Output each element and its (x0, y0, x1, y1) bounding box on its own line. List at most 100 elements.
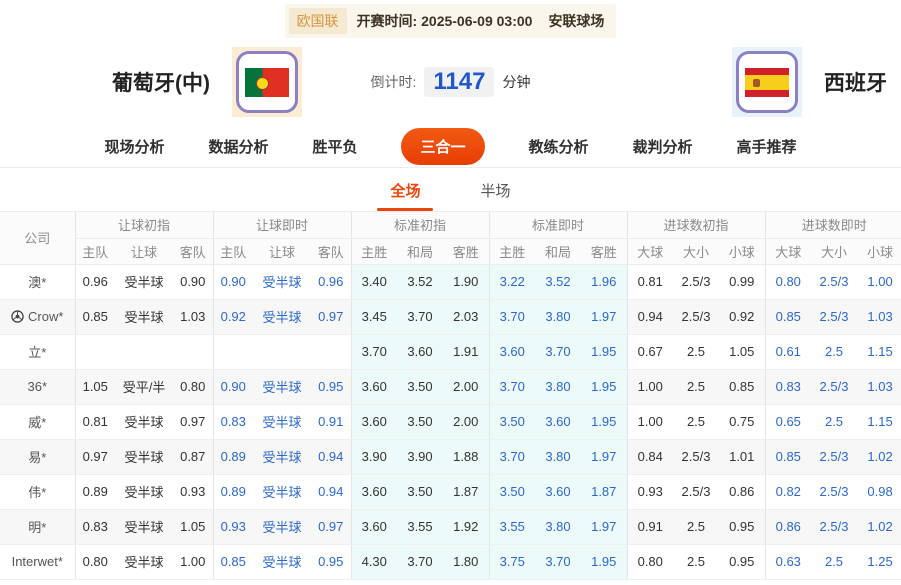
league-badge: 欧国联 (288, 8, 347, 34)
goals-live-cell: 2.5/3 (811, 439, 858, 475)
handicap-live-cell (212, 334, 253, 370)
standard-live-cell: 1.97 (581, 509, 627, 545)
goals-live-cell: 2.5/3 (811, 299, 858, 335)
standard-live-cell: 1.95 (581, 404, 627, 440)
match-header: 葡萄牙(中) 倒计时: 1147 分钟 西班牙 (0, 38, 901, 126)
subheader: 大小 (811, 238, 858, 265)
table-row: 威* 0.81 受半球 0.97 0.83 受半球 0.91 3.60 3.50 2.00 3.50… (0, 404, 901, 440)
subheader: 小球 (857, 238, 901, 265)
away-team-name: 西班牙 (824, 72, 887, 95)
standard-initial-cell: 3.60 (350, 509, 397, 545)
odds-table: 公司 让球初指 让球即时 标准初指 标准即时 进球数初指 进球数即时 主队 让球… (0, 212, 901, 580)
handicap-live-cell: 0.89 (212, 439, 253, 475)
subheader: 客队 (311, 238, 351, 265)
standard-live-cell: 3.55 (488, 509, 535, 545)
period-sub-tabs: 全场 半场 (0, 168, 901, 212)
handicap-live-cell: 0.97 (311, 299, 351, 335)
handicap-live-cell: 受半球 (253, 404, 311, 440)
soccer-ball-icon (11, 310, 24, 323)
handicap-initial-cell: 受半球 (115, 509, 173, 545)
standard-initial-cell: 2.00 (443, 369, 489, 405)
standard-initial-cell: 3.70 (397, 544, 443, 580)
goals-live-cell: 1.00 (857, 264, 901, 300)
goals-initial-cell: 0.94 (626, 299, 673, 335)
handicap-initial-cell: 受半球 (115, 474, 173, 510)
handicap-live-cell: 受半球 (253, 299, 311, 335)
handicap-initial-cell: 1.05 (173, 509, 213, 545)
handicap-initial-cell: 受半球 (115, 439, 173, 475)
header-handicap-initial: 让球初指 (74, 212, 213, 239)
handicap-live-cell: 0.92 (212, 299, 253, 335)
handicap-initial-cell: 0.89 (74, 474, 115, 510)
subheader: 主队 (212, 238, 253, 265)
handicap-live-cell: 0.90 (212, 264, 253, 300)
standard-initial-cell: 3.60 (350, 369, 397, 405)
company-cell: Interwet* (0, 544, 75, 580)
goals-live-cell: 0.83 (764, 369, 812, 405)
goals-initial-cell: 0.84 (626, 439, 673, 475)
subheader: 大球 (626, 238, 673, 265)
handicap-initial-cell: 0.96 (74, 264, 115, 300)
handicap-initial-cell: 0.80 (173, 369, 213, 405)
tab-win-draw-lose[interactable]: 胜平负 (312, 136, 357, 157)
handicap-live-cell: 受半球 (253, 509, 311, 545)
subheader: 大球 (764, 238, 812, 265)
company-name: 易* (28, 450, 47, 465)
subtab-half-time[interactable]: 半场 (481, 180, 511, 211)
handicap-initial-cell: 受半球 (115, 264, 173, 300)
company-cell: 伟* (0, 474, 75, 510)
standard-live-cell: 3.50 (488, 474, 535, 510)
handicap-live-cell: 0.85 (212, 544, 253, 580)
kickoff-time: 2025-06-09 03:00 (421, 13, 533, 29)
tab-data-analysis[interactable]: 数据分析 (208, 136, 268, 157)
goals-initial-cell: 0.95 (719, 544, 766, 580)
standard-live-cell: 3.70 (488, 369, 535, 405)
tab-coach-analysis[interactable]: 教练分析 (529, 136, 589, 157)
sub-header-row: 主队 让球 客队 主队 让球 客队 主胜 和局 客胜 主胜 和局 客胜 大球 大… (0, 238, 901, 265)
goals-initial-cell: 0.93 (626, 474, 673, 510)
company-name: 威* (28, 415, 47, 430)
standard-initial-cell: 2.00 (443, 404, 489, 440)
handicap-initial-cell: 0.85 (74, 299, 115, 335)
handicap-initial-cell: 0.81 (74, 404, 115, 440)
away-flag-frame (736, 51, 798, 113)
goals-live-cell: 1.15 (857, 334, 901, 370)
goals-live-cell: 0.98 (857, 474, 901, 510)
goals-initial-cell: 0.67 (626, 334, 673, 370)
tab-three-in-one[interactable]: 三合一 (401, 128, 485, 165)
handicap-initial-cell: 受半球 (115, 299, 173, 335)
subheader: 主胜 (488, 238, 535, 265)
standard-initial-cell: 3.45 (350, 299, 397, 335)
handicap-live-cell: 0.97 (311, 509, 351, 545)
goals-initial-cell: 1.00 (626, 369, 673, 405)
tab-referee-analysis[interactable]: 裁判分析 (633, 136, 693, 157)
handicap-initial-cell: 1.05 (74, 369, 115, 405)
spain-flag-icon (745, 67, 789, 97)
handicap-live-cell (311, 334, 351, 370)
standard-live-cell: 3.75 (488, 544, 535, 580)
goals-initial-cell: 1.05 (719, 334, 766, 370)
subtab-full-time[interactable]: 全场 (390, 180, 420, 211)
goals-live-cell: 1.03 (857, 369, 901, 405)
handicap-initial-cell: 0.97 (74, 439, 115, 475)
tab-live-analysis[interactable]: 现场分析 (104, 136, 164, 157)
goals-initial-cell: 0.85 (719, 369, 766, 405)
goals-live-cell: 2.5 (811, 544, 858, 580)
subheader: 和局 (397, 238, 443, 265)
goals-live-cell: 2.5/3 (811, 369, 858, 405)
goals-live-cell: 0.85 (764, 439, 812, 475)
table-row: 易* 0.97 受半球 0.87 0.89 受半球 0.94 3.90 3.90 1.88 3.70… (0, 439, 901, 475)
handicap-initial-cell (115, 334, 173, 370)
company-cell: 36* (0, 369, 75, 405)
goals-live-cell: 2.5/3 (811, 264, 858, 300)
goals-live-cell: 0.86 (764, 509, 812, 545)
table-row: 澳* 0.96 受半球 0.90 0.90 受半球 0.96 3.40 3.52 1.90 3.22… (0, 264, 901, 300)
standard-initial-cell: 3.60 (350, 474, 397, 510)
goals-live-cell: 1.02 (857, 439, 901, 475)
goals-initial-cell: 1.00 (626, 404, 673, 440)
standard-live-cell: 1.95 (581, 544, 627, 580)
odds-table-head: 公司 让球初指 让球即时 标准初指 标准即时 进球数初指 进球数即时 主队 让球… (0, 212, 901, 265)
tab-expert-picks[interactable]: 高手推荐 (737, 136, 797, 157)
subheader: 和局 (535, 238, 581, 265)
handicap-live-cell: 0.94 (311, 474, 351, 510)
